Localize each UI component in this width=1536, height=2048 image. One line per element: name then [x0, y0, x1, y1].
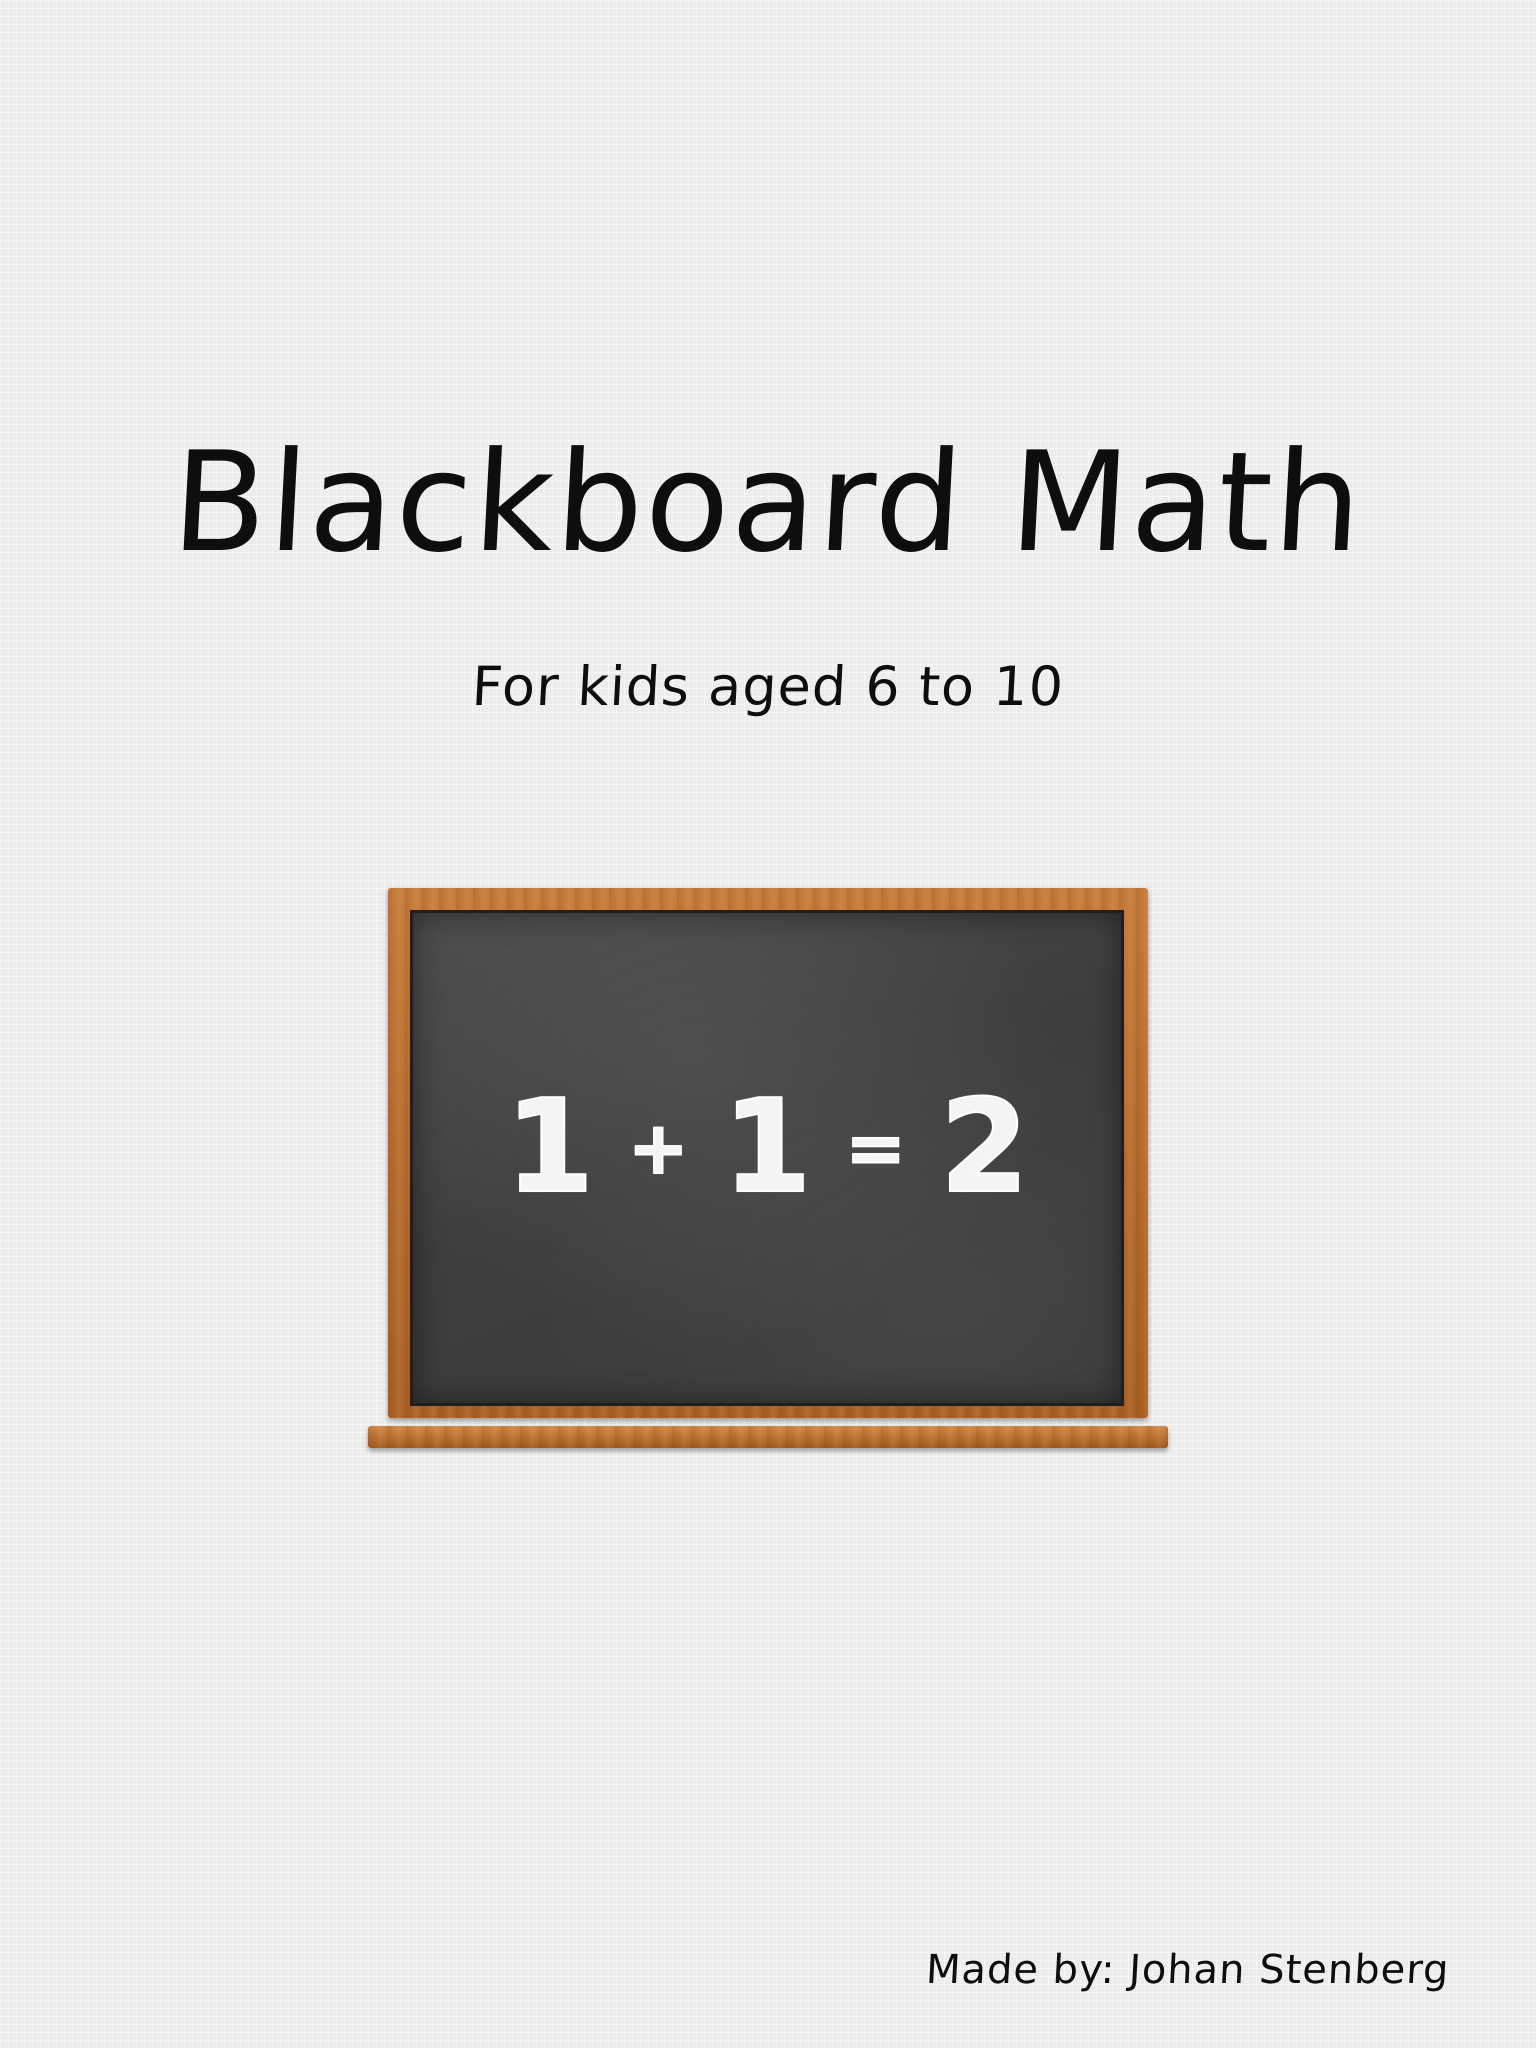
equation-equals-sign: =	[845, 1106, 907, 1190]
page-subtitle: For kids aged 6 to 10	[470, 655, 1066, 718]
equation-result: 2	[939, 1073, 1030, 1222]
chalk-equation: 1 + 1 = 2	[413, 1083, 1121, 1213]
blackboard-surface: 1 + 1 = 2	[410, 910, 1124, 1406]
equation-operand-b: 1	[721, 1073, 812, 1222]
page-title: Blackboard Math	[168, 422, 1368, 584]
equation-plus-sign: +	[627, 1106, 689, 1190]
equation-operand-a: 1	[504, 1073, 595, 1222]
blackboard-frame: 1 + 1 = 2	[388, 888, 1148, 1418]
cover-page: { "page": { "title": "Blackboard Math", …	[0, 0, 1536, 2048]
blackboard-chalk-ledge	[368, 1426, 1168, 1448]
author-credit: Made by: Johan Stenberg	[924, 1947, 1451, 1993]
